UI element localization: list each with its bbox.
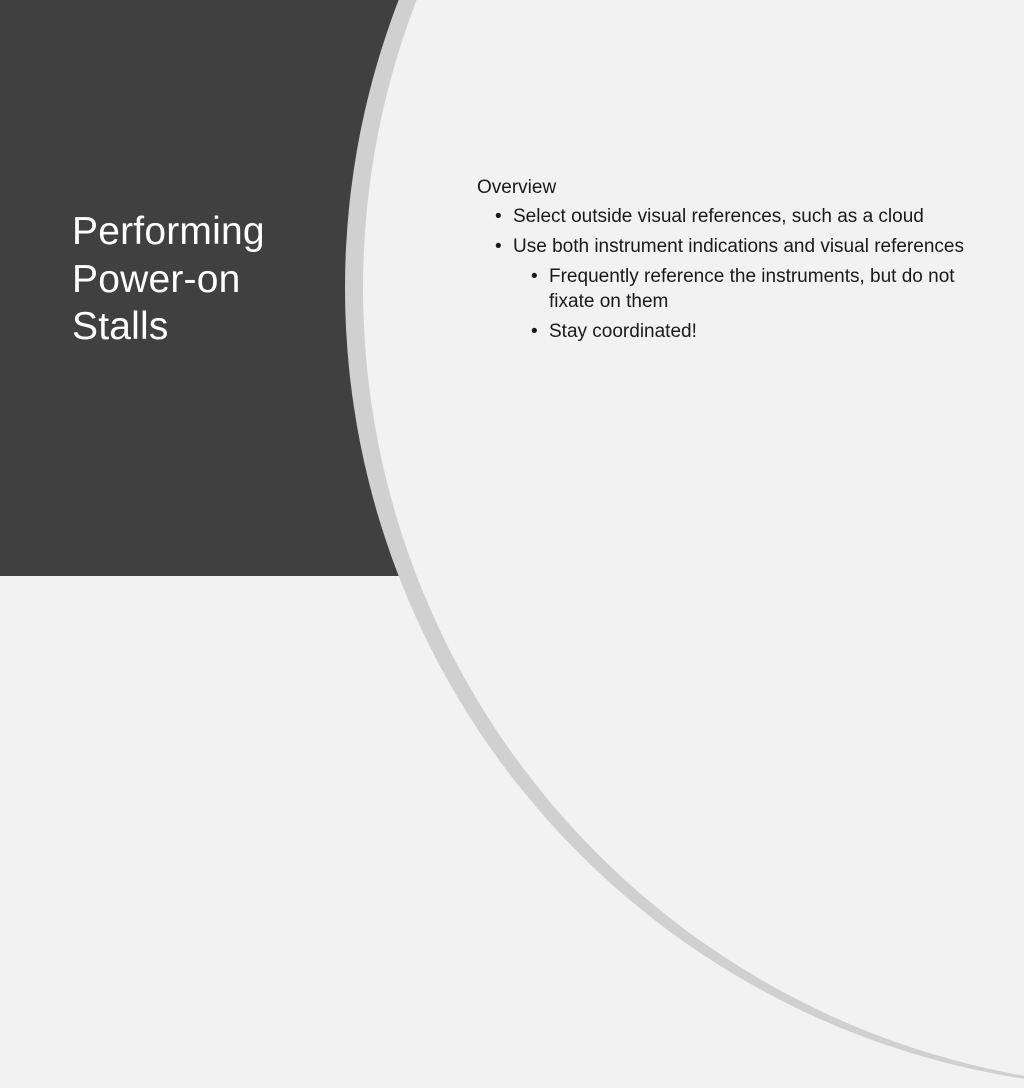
title-line-1: Performing [72,208,265,256]
overview-heading: Overview [477,175,977,200]
slide-title: Performing Power-on Stalls [72,208,265,351]
sub-bullet-list: Frequently reference the instruments, bu… [513,264,977,344]
slide-content: Overview Select outside visual reference… [477,175,977,349]
bullet-item: Use both instrument indications and visu… [513,234,977,344]
title-line-2: Power-on [72,256,265,304]
curve-main [363,0,1024,1088]
title-line-3: Stalls [72,303,265,351]
bullet-text: Use both instrument indications and visu… [513,236,964,257]
bullet-item: Select outside visual references, such a… [513,204,977,229]
sub-bullet-item: Frequently reference the instruments, bu… [549,264,977,314]
sub-bullet-item: Stay coordinated! [549,319,977,344]
bullet-list: Select outside visual references, such a… [477,204,977,344]
